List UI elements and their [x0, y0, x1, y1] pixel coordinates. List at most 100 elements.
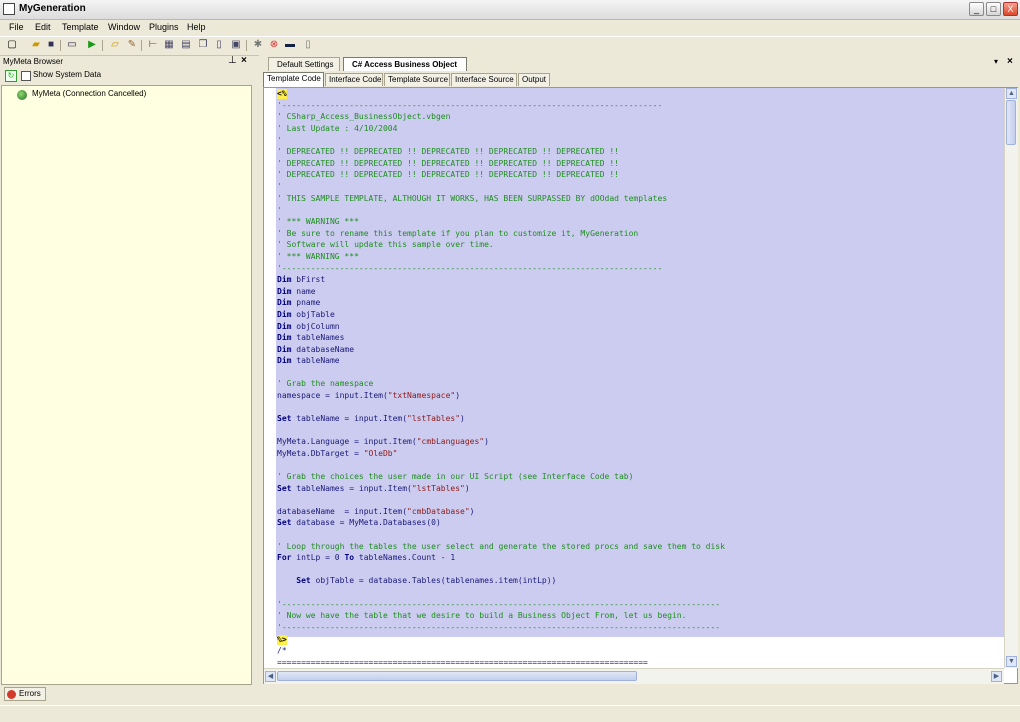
scroll-left-icon[interactable]: ◀ — [265, 671, 276, 682]
code-line: Dim tableName — [277, 356, 340, 365]
tab-output[interactable]: Output — [518, 73, 550, 86]
bottom-bar: Errors — [0, 686, 1020, 704]
errors-label: Errors — [19, 689, 41, 698]
code-line: namespace = input.Item("txtNamespace") — [277, 391, 461, 400]
code-line: ' *** WARNING *** — [277, 252, 359, 261]
title-bar: MyGeneration _ □ X — [0, 0, 1020, 20]
panel-header: MyMeta Browser ⊥ × — [0, 55, 253, 68]
code-line: /* — [277, 646, 287, 655]
open-icon[interactable]: ▰ — [30, 39, 42, 51]
scroll-right-icon[interactable]: ▶ — [991, 671, 1002, 682]
code-editor[interactable]: <% '-------------------------------------… — [263, 87, 1018, 684]
scroll-down-icon[interactable]: ▼ — [1006, 656, 1017, 667]
window-icon[interactable]: ▭ — [66, 39, 78, 51]
code-line: Dim tableNames — [277, 333, 345, 342]
horizontal-scroll-thumb[interactable] — [277, 671, 637, 681]
error-icon — [7, 690, 16, 699]
close-button[interactable]: X — [1003, 2, 1018, 16]
code-line: Dim objTable — [277, 310, 335, 319]
mymeta-browser-panel: MyMeta Browser ⊥ × ↻ Show System Data My… — [0, 55, 253, 685]
code-line: Dim bFirst — [277, 275, 326, 284]
menu-template[interactable]: Template — [62, 22, 99, 32]
tab-template-source[interactable]: Template Source — [384, 73, 450, 86]
menu-help[interactable]: Help — [187, 22, 206, 32]
tree-icon[interactable]: ⊢ — [147, 39, 159, 51]
code-line: MyMeta.DbTarget = "OleDb" — [277, 449, 398, 458]
document-tabs: Default Settings C# Access Business Obje… — [259, 55, 1020, 71]
code-line: ' Last Update : 4/10/2004 — [277, 124, 398, 133]
tab-csharp-access-business-object[interactable]: C# Access Business Object — [343, 57, 467, 71]
toolbar-separator — [246, 40, 247, 51]
document-area: Default Settings C# Access Business Obje… — [259, 55, 1020, 685]
code-line: ' — [277, 206, 282, 215]
doc-icon[interactable]: ▯ — [213, 39, 225, 51]
menu-plugins[interactable]: Plugins — [149, 22, 179, 32]
code-line: ' DEPRECATED !! DEPRECATED !! DEPRECATED… — [277, 170, 619, 179]
pin-icon[interactable]: ⊥ — [228, 55, 237, 66]
vertical-scroll-thumb[interactable] — [1006, 100, 1016, 145]
maximize-button[interactable]: □ — [986, 2, 1001, 16]
code-line: ' Grab the choices the user made in our … — [277, 472, 634, 481]
code-line: Set objTable = database.Tables(tablename… — [296, 576, 557, 585]
globe-icon[interactable]: ✱ — [252, 39, 264, 51]
code-line: ' — [277, 182, 282, 191]
code-line: Dim pname — [277, 298, 321, 307]
code-icon[interactable]: ▣ — [230, 39, 242, 51]
code-line: ' Loop through the tables the user selec… — [277, 542, 725, 551]
tab-interface-code[interactable]: Interface Code — [325, 73, 383, 86]
code-line: ' — [277, 136, 282, 145]
code-line: ' THIS SAMPLE TEMPLATE, ALTHOUGH IT WORK… — [277, 194, 668, 203]
document-close-icon[interactable]: × — [1007, 56, 1013, 67]
menu-file[interactable]: File — [9, 22, 24, 32]
vertical-scrollbar[interactable]: ▲ ▼ — [1004, 88, 1018, 668]
monitor-icon[interactable]: ▬ — [284, 39, 296, 51]
grid-icon[interactable]: ▦ — [163, 39, 175, 51]
minimize-button[interactable]: _ — [969, 2, 984, 16]
code-line: ' Software will update this sample over … — [277, 240, 494, 249]
code-viewport: <% '-------------------------------------… — [264, 88, 1004, 668]
save-icon[interactable]: ■ — [45, 39, 57, 51]
horizontal-scrollbar[interactable]: ◀ ▶ — [264, 668, 1004, 684]
refresh-icon[interactable]: ↻ — [5, 70, 17, 82]
app-icon — [3, 3, 15, 15]
code-line: For intLp = 0 To tableNames.Count - 1 — [277, 553, 456, 562]
tree-root-node[interactable]: MyMeta (Connection Cancelled) — [32, 89, 146, 98]
menu-bar: File Edit Template Window Plugins Help — [0, 20, 1020, 35]
panel-toolbar: ↻ Show System Data — [0, 69, 253, 84]
code-line: Set database = MyMeta.Databases(0) — [277, 518, 441, 527]
code-line: Dim databaseName — [277, 345, 355, 354]
lock-icon[interactable]: ▯ — [302, 39, 314, 51]
code-line: ' CSharp_Access_BusinessObject.vbgen — [277, 112, 451, 121]
tab-interface-source[interactable]: Interface Source — [451, 73, 517, 86]
run-icon[interactable]: ▶ — [86, 39, 98, 51]
code-line: Set tableName = input.Item("lstTables") — [277, 414, 465, 423]
code-line: <% — [277, 89, 287, 99]
scroll-up-icon[interactable]: ▲ — [1006, 88, 1017, 99]
tab-template-code[interactable]: Template Code — [263, 72, 324, 87]
code-line: ' Now we have the table that we desire t… — [277, 611, 687, 620]
code-line: ' Grab the namespace — [277, 379, 374, 388]
panel-close-icon[interactable]: × — [241, 55, 247, 66]
mymeta-tree: MyMeta (Connection Cancelled) — [1, 85, 252, 685]
code-line: Dim objColumn — [277, 322, 340, 331]
errors-button[interactable]: Errors — [4, 687, 46, 701]
window-title: MyGeneration — [19, 3, 86, 14]
tab-default-settings[interactable]: Default Settings — [268, 57, 340, 71]
show-system-data-checkbox[interactable] — [21, 71, 31, 81]
edit-icon[interactable]: ✎ — [126, 39, 138, 51]
panel-title: MyMeta Browser — [3, 57, 64, 66]
tab-list-icon[interactable]: ▾ — [994, 57, 998, 66]
toolbar-separator — [141, 40, 142, 51]
stop-icon[interactable]: ⊗ — [268, 39, 280, 51]
code-line: Dim name — [277, 287, 316, 296]
panel-splitter[interactable] — [254, 55, 258, 685]
status-bar — [0, 705, 1020, 722]
menu-window[interactable]: Window — [108, 22, 140, 32]
new-icon[interactable]: ▢ — [6, 39, 18, 51]
copy-icon[interactable]: ❐ — [197, 39, 209, 51]
menu-edit[interactable]: Edit — [35, 22, 51, 32]
code-line: '---------------------------------------… — [277, 264, 663, 273]
code-line: '---------------------------------------… — [277, 600, 721, 609]
grid2-icon[interactable]: ▤ — [180, 39, 192, 51]
open-folder-icon[interactable]: ▱ — [109, 39, 121, 51]
